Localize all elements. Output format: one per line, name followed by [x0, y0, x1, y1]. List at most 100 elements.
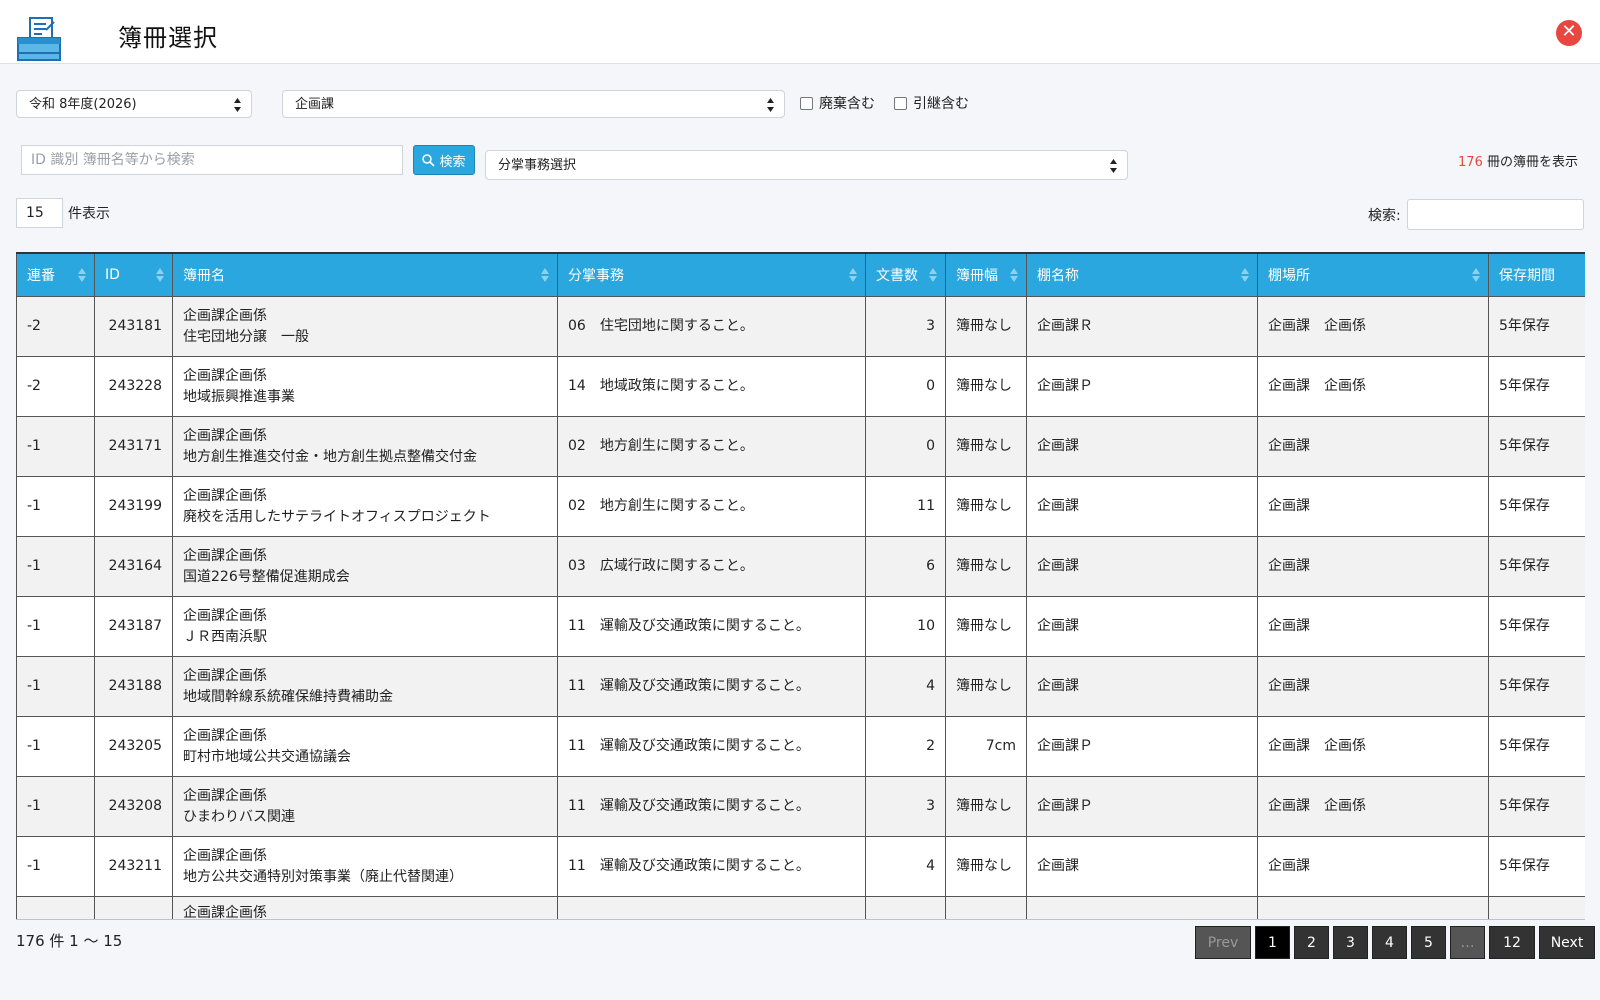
cell-ledger-width	[945, 896, 1027, 919]
cell-division: 11 運輸及び交通政策に関すること。	[557, 776, 866, 837]
cell-id: 243171	[94, 416, 173, 477]
table-row[interactable]: -1 243199 企画課企画係 廃校を活用したサテライトオフィスプロジェクト 02 地…	[16, 476, 1585, 537]
sort-arrows-icon[interactable]	[156, 268, 164, 282]
table-header-row: 連番 ID 簿冊名 分掌事務 文書数 簿冊幅 棚名称 棚場所 保存期間	[16, 252, 1585, 297]
cell-id: 243211	[94, 836, 173, 897]
cell-shelf-location	[1257, 896, 1489, 919]
sort-arrows-icon[interactable]	[78, 268, 86, 282]
cell-seq: -1	[16, 476, 95, 537]
cell-division: 11 運輸及び交通政策に関すること。	[557, 836, 866, 897]
page-button-4[interactable]: 4	[1372, 926, 1407, 959]
cell-ledger-name: 企画課企画係	[172, 896, 558, 920]
cell-ledger-name: 企画課企画係 国道226号整備促進期成会	[172, 536, 558, 597]
table-row[interactable]: -1 243205 企画課企画係 町村市地域公共交通協議会 11 運輸及び交通政策に関す…	[16, 716, 1585, 777]
sort-arrows-icon[interactable]	[1472, 268, 1480, 282]
cell-division	[557, 896, 866, 919]
department-select[interactable]: 企画課	[282, 90, 785, 118]
column-header-width[interactable]: 簿冊幅	[945, 252, 1027, 297]
cell-shelf-name: 企画課	[1026, 596, 1258, 657]
table-row[interactable]: -2 243181 企画課企画係 住宅団地分譲 一般 06 住宅団地に関すること。 3 簿冊…	[16, 296, 1585, 357]
ledger-section: 企画課企画係	[183, 427, 267, 444]
sort-arrows-icon[interactable]	[929, 268, 937, 282]
cell-shelf-location: 企画課	[1257, 836, 1489, 897]
column-header-retention[interactable]: 保存期間	[1488, 252, 1585, 297]
table-row[interactable]: 企画課企画係	[16, 896, 1585, 920]
table-row[interactable]: -1 243188 企画課企画係 地域間幹線系統確保維持費補助金 11 運輸及び交通政策…	[16, 656, 1585, 717]
search-button[interactable]: 検索	[413, 145, 475, 175]
cell-ledger-name: 企画課企画係 地方公共交通特別対策事業（廃止代替関連）	[172, 836, 558, 897]
close-button[interactable]: ✕	[1556, 20, 1582, 46]
cell-shelf-name: 企画課	[1026, 836, 1258, 897]
cell-ledger-name: 企画課企画係 地域振興推進事業	[172, 356, 558, 417]
division-select[interactable]: 分掌事務選択	[485, 150, 1128, 180]
cell-shelf-name: 企画課Ｐ	[1026, 356, 1258, 417]
close-icon: ✕	[1561, 21, 1577, 42]
page-button-12[interactable]: 12	[1489, 926, 1535, 959]
select-arrows-icon	[767, 98, 774, 112]
sort-arrows-icon[interactable]	[1241, 268, 1249, 282]
column-header-shelf[interactable]: 棚名称	[1026, 252, 1258, 297]
ledger-section: 企画課企画係	[183, 787, 267, 804]
cell-doc-count: 0	[865, 356, 946, 417]
page-button-2[interactable]: 2	[1294, 926, 1329, 959]
search-icon	[422, 153, 436, 167]
column-header-label: ID	[105, 267, 120, 283]
ledger-section: 企画課企画係	[183, 667, 267, 684]
column-header-location[interactable]: 棚場所	[1257, 252, 1489, 297]
table-row[interactable]: -1 243208 企画課企画係 ひまわりバス関連 11 運輸及び交通政策に関すること。…	[16, 776, 1585, 837]
table-row[interactable]: -1 243164 企画課企画係 国道226号整備促進期成会 03 広域行政に関すること…	[16, 536, 1585, 597]
cell-ledger-width: 7cm	[945, 716, 1027, 777]
cell-seq: -1	[16, 416, 95, 477]
cell-shelf-location: 企画課	[1257, 476, 1489, 537]
cell-retention: 5年保存	[1488, 776, 1585, 837]
column-header-name[interactable]: 簿冊名	[172, 252, 558, 297]
ledger-section: 企画課企画係	[183, 905, 267, 920]
fiscal-year-value: 令和 8年度(2026)	[29, 97, 137, 112]
ledger-title: 国道226号整備促進期成会	[183, 568, 350, 585]
search-input[interactable]	[21, 145, 403, 175]
cell-shelf-name: 企画課Ｐ	[1026, 716, 1258, 777]
cell-seq: -2	[16, 296, 95, 357]
column-header-id[interactable]: ID	[94, 252, 173, 297]
next-page-button[interactable]: Next	[1539, 926, 1595, 959]
cell-retention	[1488, 896, 1585, 919]
cell-retention: 5年保存	[1488, 356, 1585, 417]
table-row[interactable]: -1 243211 企画課企画係 地方公共交通特別対策事業（廃止代替関連） 11 運輸及…	[16, 836, 1585, 897]
select-arrows-icon	[1110, 159, 1117, 173]
page-button-1[interactable]: 1	[1255, 926, 1290, 959]
column-header-label: 棚場所	[1268, 268, 1310, 284]
fiscal-year-select[interactable]: 令和 8年度(2026)	[16, 90, 252, 118]
table-row[interactable]: -1 243187 企画課企画係 ＪＲ西南浜駅 11 運輸及び交通政策に関すること。 10…	[16, 596, 1585, 657]
checkbox-box[interactable]	[800, 96, 813, 110]
sort-arrows-icon[interactable]	[849, 268, 857, 282]
table-row[interactable]: -2 243228 企画課企画係 地域振興推進事業 14 地域政策に関すること。 0 簿冊な…	[16, 356, 1585, 417]
cell-seq	[16, 896, 95, 919]
cell-shelf-name: 企画課	[1026, 416, 1258, 477]
ledger-title: 地方公共交通特別対策事業（廃止代替関連）	[183, 868, 463, 885]
cell-shelf-name: 企画課Ｐ	[1026, 776, 1258, 837]
sort-arrows-icon[interactable]	[1010, 268, 1018, 282]
ledger-title: 地方創生推進交付金・地方創生拠点整備交付金	[183, 448, 477, 465]
column-header-docs[interactable]: 文書数	[865, 252, 946, 297]
cell-doc-count: 11	[865, 476, 946, 537]
table-info: 176 件 1 〜 15	[16, 932, 123, 950]
column-header-seq[interactable]: 連番	[16, 252, 95, 297]
page-length-input[interactable]	[16, 198, 63, 228]
cell-retention: 5年保存	[1488, 836, 1585, 897]
table-row[interactable]: -1 243171 企画課企画係 地方創生推進交付金・地方創生拠点整備交付金 02 地方…	[16, 416, 1585, 477]
cell-shelf-name: 企画課Ｒ	[1026, 296, 1258, 357]
sort-arrows-icon[interactable]	[541, 268, 549, 282]
prev-page-button: Prev	[1195, 926, 1251, 959]
cell-division: 06 住宅団地に関すること。	[557, 296, 866, 357]
checkbox-box[interactable]	[894, 96, 907, 110]
include-transferred-checkbox[interactable]: 引継含む	[894, 93, 969, 113]
table-filter-input[interactable]	[1407, 199, 1584, 230]
page-button-3[interactable]: 3	[1333, 926, 1368, 959]
include-transferred-label: 引継含む	[913, 96, 969, 112]
cell-division: 14 地域政策に関すること。	[557, 356, 866, 417]
include-disposed-checkbox[interactable]: 廃棄含む	[800, 93, 875, 113]
cell-id: 243199	[94, 476, 173, 537]
column-header-division[interactable]: 分掌事務	[557, 252, 866, 297]
cell-shelf-location: 企画課 企画係	[1257, 716, 1489, 777]
page-button-5[interactable]: 5	[1411, 926, 1446, 959]
